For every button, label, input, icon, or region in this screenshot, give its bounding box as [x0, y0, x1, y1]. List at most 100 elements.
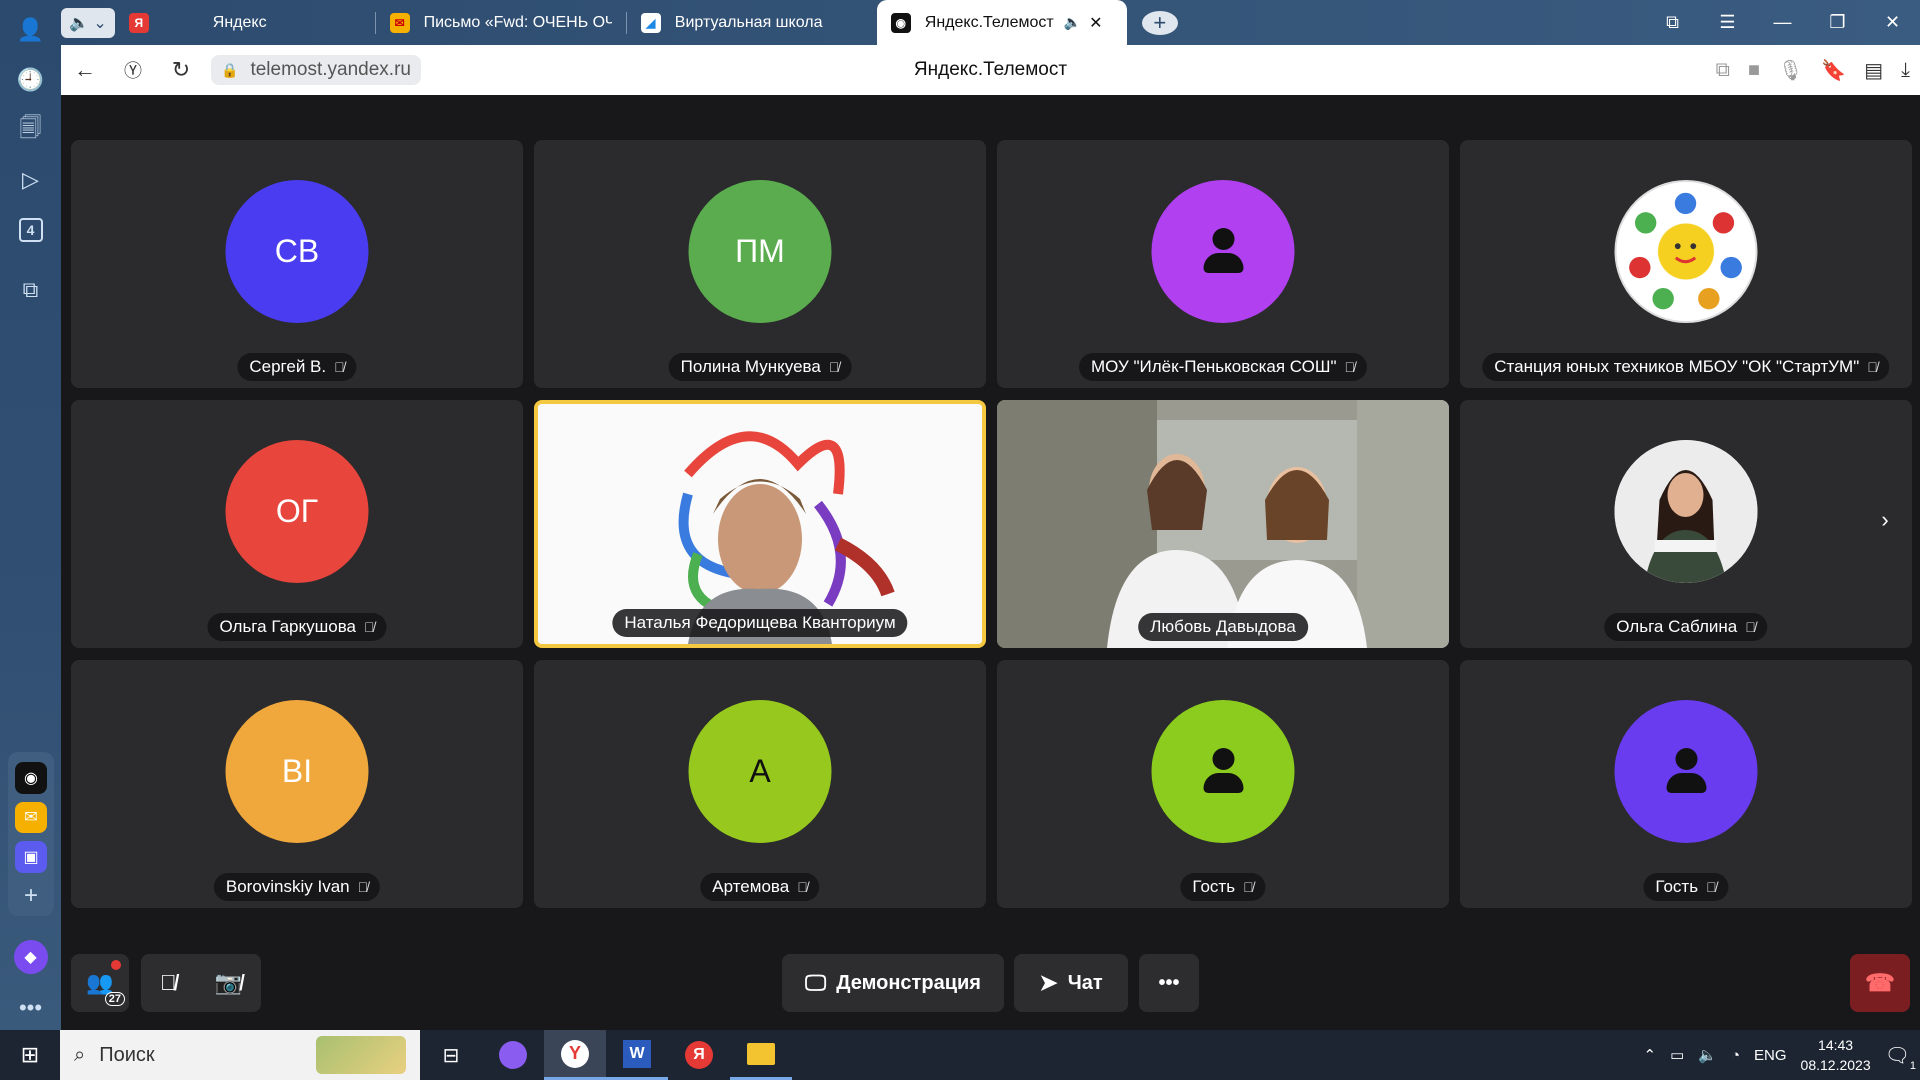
word-taskbar-icon[interactable]: W	[606, 1030, 668, 1080]
tabs-count-badge[interactable]: 4	[18, 218, 43, 242]
yandex-home-icon[interactable]: Ⓨ	[109, 57, 157, 83]
bookmark-icon[interactable]: 🔖	[1821, 58, 1846, 83]
tab-close-icon[interactable]: ✕	[1089, 13, 1102, 33]
taskbar-search[interactable]: ⌕ Поиск	[60, 1030, 420, 1080]
chat-button[interactable]: ➤ Чат	[1014, 954, 1128, 1012]
yandex-browser-taskbar-icon[interactable]: Y	[544, 1030, 606, 1080]
share-icon[interactable]: ⧉	[1716, 59, 1730, 82]
add-app-icon[interactable]: +	[15, 881, 47, 913]
mic-off-icon: 🎙̸	[357, 879, 369, 895]
send-icon: ➤	[1039, 970, 1058, 995]
volume-icon[interactable]: 🔈	[1698, 1046, 1717, 1064]
participant-nameplate: Любовь Давыдова	[1138, 613, 1308, 641]
tab-yandex[interactable]: Я Яндекс	[115, 0, 375, 45]
person-icon	[1199, 747, 1247, 796]
url-field[interactable]: 🔒 telemost.yandex.ru	[211, 55, 421, 85]
new-tab-button[interactable]: +	[1141, 10, 1178, 35]
profile-icon[interactable]: 👤	[11, 10, 51, 50]
tab-telemost[interactable]: ◉ Яндекс.Телемост 🔈 ✕	[876, 0, 1127, 45]
windows-logo-icon: ⊞	[20, 1042, 40, 1067]
mail-icon: ✉	[389, 12, 410, 33]
participant-nameplate: МОУ "Илёк-Пеньковская СОШ" 🎙̸	[1078, 353, 1368, 381]
participant-tile[interactable]: Станция юных техников МБОУ "ОК "СтартУМ"…	[1460, 140, 1912, 388]
battery-icon[interactable]: ▭	[1670, 1046, 1684, 1064]
participant-tile[interactable]: ПМ Полина Мункуева 🎙̸	[534, 140, 986, 388]
mic-indicator-icon[interactable]: 🎙	[1778, 58, 1803, 83]
reload-icon[interactable]: ↻	[157, 57, 205, 83]
participant-tile[interactable]: Гость 🎙̸	[1460, 660, 1912, 908]
tab-school[interactable]: ◢ Виртуальная школа	[627, 0, 877, 45]
mic-off-icon: 🎙̸	[1745, 619, 1756, 635]
explorer-taskbar-icon[interactable]	[730, 1030, 792, 1080]
camera-off-button[interactable]: 📷̸	[215, 970, 242, 996]
lock-icon: 🔒	[221, 61, 239, 78]
mic-off-icon: 🎙̸	[334, 359, 345, 375]
hang-up-icon: ☎	[1865, 969, 1895, 997]
restore-icon[interactable]: ❐	[1810, 12, 1865, 33]
alice-icon[interactable]: ◆	[13, 940, 48, 974]
mic-off-button[interactable]: 🎙̸	[160, 970, 177, 996]
download-icon[interactable]: ⤓	[1901, 59, 1910, 82]
reader-icon[interactable]: ▤	[1864, 58, 1883, 83]
telemost-app-icon[interactable]: ◉	[15, 762, 47, 794]
participant-tile[interactable]: Любовь Давыдова	[997, 400, 1449, 648]
participant-tile[interactable]: ОГ Ольга Гаркушова 🎙̸	[71, 400, 523, 648]
avatar	[1151, 180, 1295, 323]
participant-tile[interactable]: МОУ "Илёк-Пеньковская СОШ" 🎙̸	[997, 140, 1449, 388]
back-icon[interactable]: ←	[61, 57, 109, 83]
messenger-app-icon[interactable]: ▣	[15, 841, 47, 873]
clock[interactable]: 14:43 08.12.2023	[1801, 1035, 1871, 1075]
minimize-icon[interactable]: —	[1755, 12, 1810, 33]
search-label: Поиск	[99, 1043, 155, 1066]
participant-tile[interactable]: Ольга Саблина 🎙̸	[1460, 400, 1912, 648]
wifi-icon[interactable]: ◔	[1731, 1047, 1740, 1064]
tab-strip: 🔈 ⌄ Я Яндекс ✉ Письмо «Fwd: ОЧЕНЬ ОЧЕ ◢ …	[61, 0, 1920, 45]
avatar: ПМ	[688, 180, 832, 323]
tab-mail[interactable]: ✉ Письмо «Fwd: ОЧЕНЬ ОЧЕ	[376, 0, 626, 45]
alice-taskbar-icon[interactable]	[482, 1030, 544, 1080]
avatar: BI	[225, 700, 369, 843]
end-call-button[interactable]: ☎	[1850, 954, 1910, 1012]
close-window-icon[interactable]: ✕	[1865, 12, 1920, 33]
screen-share-button[interactable]: 🖵 Демонстрация	[782, 954, 1004, 1012]
participant-nameplate: Станция юных техников МБОУ "ОК "СтартУМ"…	[1482, 353, 1890, 381]
participant-nameplate: Ольга Саблина 🎙̸	[1604, 613, 1768, 641]
camera-indicator-icon[interactable]: ■	[1748, 59, 1760, 82]
task-view-icon[interactable]: ⊟	[420, 1030, 482, 1080]
more-options-button[interactable]: •••	[1139, 954, 1199, 1012]
sound-toggle-button[interactable]: 🔈 ⌄	[61, 7, 115, 38]
chevron-right-icon: ›	[1881, 507, 1889, 532]
more-icon[interactable]: •••	[11, 988, 51, 1028]
participant-tile[interactable]: А Артемова 🎙̸	[534, 660, 986, 908]
participant-nameplate: Артемова 🎙̸	[700, 873, 820, 901]
mic-off-icon: 🎙̸	[797, 879, 808, 895]
avatar-initials: А	[749, 753, 771, 789]
browser-sidepanel: 👤 🕘 🗐 ▷ 4 ⧉ ◉ ✉ ▣ + ◆ •••	[0, 0, 61, 1030]
windows-start-button[interactable]: ⊞	[0, 1030, 60, 1080]
collections-tab-icon[interactable]: ⧉	[1645, 12, 1700, 33]
more-icon: •••	[1158, 971, 1180, 994]
tray-expand-icon[interactable]: ⌃	[1644, 1046, 1657, 1064]
tab-label: Виртуальная школа	[674, 13, 823, 31]
tab-audio-icon[interactable]: 🔈	[1064, 14, 1081, 31]
participant-tile[interactable]: Гость 🎙̸	[997, 660, 1449, 908]
participants-button[interactable]: 👥 27	[71, 954, 129, 1012]
participant-tile[interactable]: СВ Сергей В. 🎙̸	[71, 140, 523, 388]
participant-tile-active-speaker[interactable]: Наталья Федорищева Кванториум	[534, 400, 986, 648]
notification-center-icon[interactable]: 🗨 1	[1885, 1043, 1916, 1072]
mail-app-icon[interactable]: ✉	[15, 801, 47, 833]
language-indicator[interactable]: ENG	[1754, 1047, 1787, 1064]
screenshot-icon[interactable]: ⧉	[11, 270, 51, 310]
next-page-button[interactable]: ›	[1860, 495, 1910, 545]
page-title: Яндекс.Телемост	[913, 59, 1068, 80]
video-icon[interactable]: ▷	[11, 160, 51, 200]
sun-hands-logo-icon	[1629, 192, 1742, 310]
participants-count-badge: 27	[104, 992, 125, 1006]
history-icon[interactable]: 🕘	[11, 60, 51, 100]
participant-tile[interactable]: BI Borovinskiy Ivan 🎙̸	[71, 660, 523, 908]
yandex-taskbar-icon[interactable]: Я	[668, 1030, 730, 1080]
collections-icon[interactable]: 🗐	[11, 110, 51, 150]
menu-icon[interactable]: ☰	[1700, 12, 1755, 33]
mic-off-icon: 🎙̸	[1867, 359, 1878, 375]
user-photo-icon	[1614, 440, 1758, 583]
